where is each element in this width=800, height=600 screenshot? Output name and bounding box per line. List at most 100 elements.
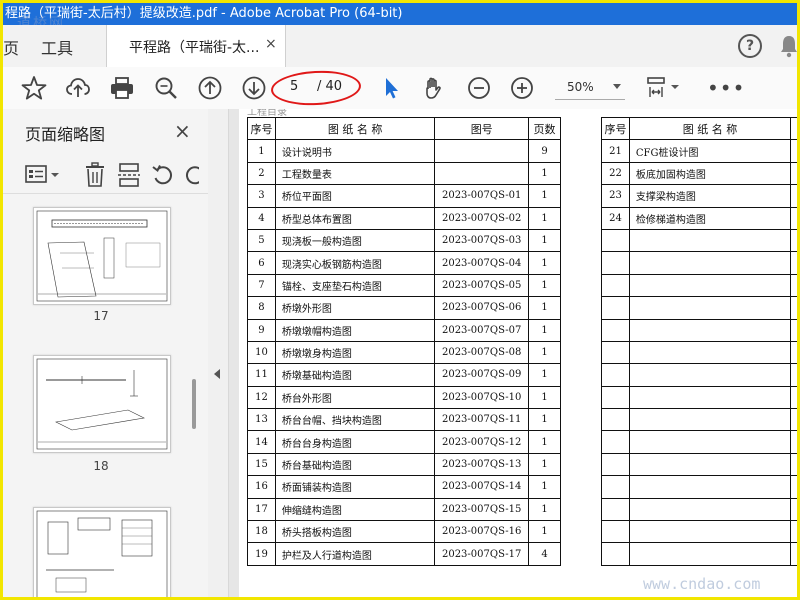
drawing-code xyxy=(790,161,797,186)
row-number: 17 xyxy=(247,497,276,522)
more-tools-button[interactable]: ••• xyxy=(707,76,745,100)
hand-tool-icon[interactable] xyxy=(421,75,447,101)
table-row: 9 桥墩墩帽构造图 2023-007QS-07 1 xyxy=(247,318,561,342)
row-number xyxy=(601,385,630,410)
drawing-name: 工程数量表 xyxy=(274,161,436,186)
table-row: 15 桥台基础构造图 2023-007QS-13 1 xyxy=(247,452,561,477)
page-fit-icon[interactable] xyxy=(645,75,681,101)
drawing-code: 2023-007QS-06 xyxy=(434,296,530,320)
zoom-in-icon[interactable] xyxy=(509,75,535,101)
table-row: 1 设计说明书 9 xyxy=(247,139,561,163)
row-number xyxy=(601,542,630,566)
notification-bell-icon[interactable] xyxy=(779,34,797,58)
drawing-code: 2023-007QS-07 xyxy=(434,318,530,342)
insert-pages-icon[interactable] xyxy=(117,162,141,188)
drawing-code: 2023-007QS-11 xyxy=(434,408,530,432)
page-count: 1 xyxy=(528,296,561,320)
tab-document[interactable]: 平程路（平瑞街-太... × xyxy=(106,25,286,67)
trash-icon[interactable] xyxy=(83,162,107,188)
table-row xyxy=(601,296,797,320)
drawing-code xyxy=(790,385,797,410)
row-number: 16 xyxy=(247,475,276,499)
row-number: 19 xyxy=(247,542,276,566)
drawing-code xyxy=(790,363,797,387)
drawing-code xyxy=(790,520,797,544)
drawing-code: 2023-007QS-17 xyxy=(434,542,530,566)
drawing-name: 桥墩墩帽构造图 xyxy=(274,318,436,342)
row-number: 3 xyxy=(247,184,276,208)
row-number: 11 xyxy=(247,363,276,387)
row-number xyxy=(601,318,630,342)
panel-collapse-strip[interactable] xyxy=(208,109,229,597)
tab-close-button[interactable]: × xyxy=(265,36,277,52)
drawing-name xyxy=(628,497,792,522)
row-number: 15 xyxy=(247,452,276,477)
table-row xyxy=(601,363,797,387)
star-icon[interactable] xyxy=(21,75,47,101)
row-number xyxy=(601,273,630,298)
row-number: 8 xyxy=(247,296,276,320)
select-cursor-icon[interactable] xyxy=(378,75,404,101)
page-thumbnail[interactable] xyxy=(33,355,171,453)
drawing-name xyxy=(628,296,792,320)
drawing-code xyxy=(790,475,797,499)
chevron-down-icon xyxy=(613,84,621,89)
page-count: 1 xyxy=(528,363,561,387)
table-row: 2 工程数量表 1 xyxy=(247,161,561,186)
zoom-out-icon[interactable] xyxy=(466,75,492,101)
row-number: 24 xyxy=(601,206,630,230)
page-thumbnail[interactable] xyxy=(33,207,171,305)
drawing-code: 2023-007QS-15 xyxy=(434,497,530,522)
tab-tools[interactable]: 工具 xyxy=(41,35,73,59)
drawing-name: 桥头搭板构造图 xyxy=(274,520,436,544)
page-count: 1 xyxy=(528,452,561,477)
page-count: 1 xyxy=(528,385,561,410)
table-row xyxy=(601,452,797,477)
previous-page-icon[interactable] xyxy=(197,75,223,101)
drawing-name xyxy=(628,385,792,410)
drawing-name: 设计说明书 xyxy=(274,139,436,163)
drawing-name xyxy=(628,340,792,365)
page-count: 1 xyxy=(528,475,561,499)
drawing-name: 护栏及人行道构造图 xyxy=(274,542,436,566)
row-number xyxy=(601,475,630,499)
table-row: 4 桥型总体布置图 2023-007QS-02 1 xyxy=(247,206,561,230)
drawing-code xyxy=(790,251,797,275)
table-header-row: 序号 图 纸 名 称 xyxy=(601,116,797,141)
table-row: 19 护栏及人行道构造图 2023-007QS-17 4 xyxy=(247,542,561,566)
print-icon[interactable] xyxy=(109,75,135,101)
rotate-counterclockwise-icon[interactable] xyxy=(151,163,175,187)
row-number xyxy=(601,340,630,365)
help-button[interactable]: ? xyxy=(738,34,762,58)
drawing-name: 现浇实心板钢筋构造图 xyxy=(274,251,436,275)
drawing-code: 2023-007QS-10 xyxy=(434,385,530,410)
drawing-name: 桥墩墩身构造图 xyxy=(274,340,436,365)
panel-close-button[interactable]: × xyxy=(174,119,191,143)
rotate-clockwise-icon[interactable] xyxy=(183,163,199,187)
drawing-code: 2023-007QS-12 xyxy=(434,430,530,454)
row-number: 4 xyxy=(247,206,276,230)
thumbnail-options-icon[interactable] xyxy=(25,163,61,187)
page-thumbnails-panel: 页面缩略图 × 17 18 xyxy=(3,109,209,597)
page-thumbnail[interactable] xyxy=(33,507,171,597)
drawing-name xyxy=(628,273,792,298)
drawing-name: 桥位平面图 xyxy=(274,184,436,208)
drawing-code: 2023-007QS-08 xyxy=(434,340,530,365)
row-number xyxy=(601,497,630,522)
row-number: 9 xyxy=(247,318,276,342)
zoom-level-select[interactable]: 50% xyxy=(555,77,625,100)
tab-home[interactable]: 页 xyxy=(3,35,19,59)
table-row: 18 桥头搭板构造图 2023-007QS-16 1 xyxy=(247,520,561,544)
thumbnail-scrollbar[interactable] xyxy=(192,379,196,429)
next-page-icon[interactable] xyxy=(241,75,267,101)
drawing-code xyxy=(434,161,530,186)
row-number: 1 xyxy=(247,139,276,163)
cloud-upload-icon[interactable] xyxy=(65,75,91,101)
drawing-code xyxy=(790,296,797,320)
document-viewport[interactable]: 工程目录 序号 图 纸 名 称 图号 页数 1 设计说明书 9 2 工程数量表 1 3 桥位平… xyxy=(229,109,797,597)
zoom-search-icon[interactable] xyxy=(153,75,179,101)
page-count: 1 xyxy=(528,520,561,544)
drawing-code xyxy=(790,228,797,253)
table-row xyxy=(601,318,797,342)
drawing-name xyxy=(628,228,792,253)
